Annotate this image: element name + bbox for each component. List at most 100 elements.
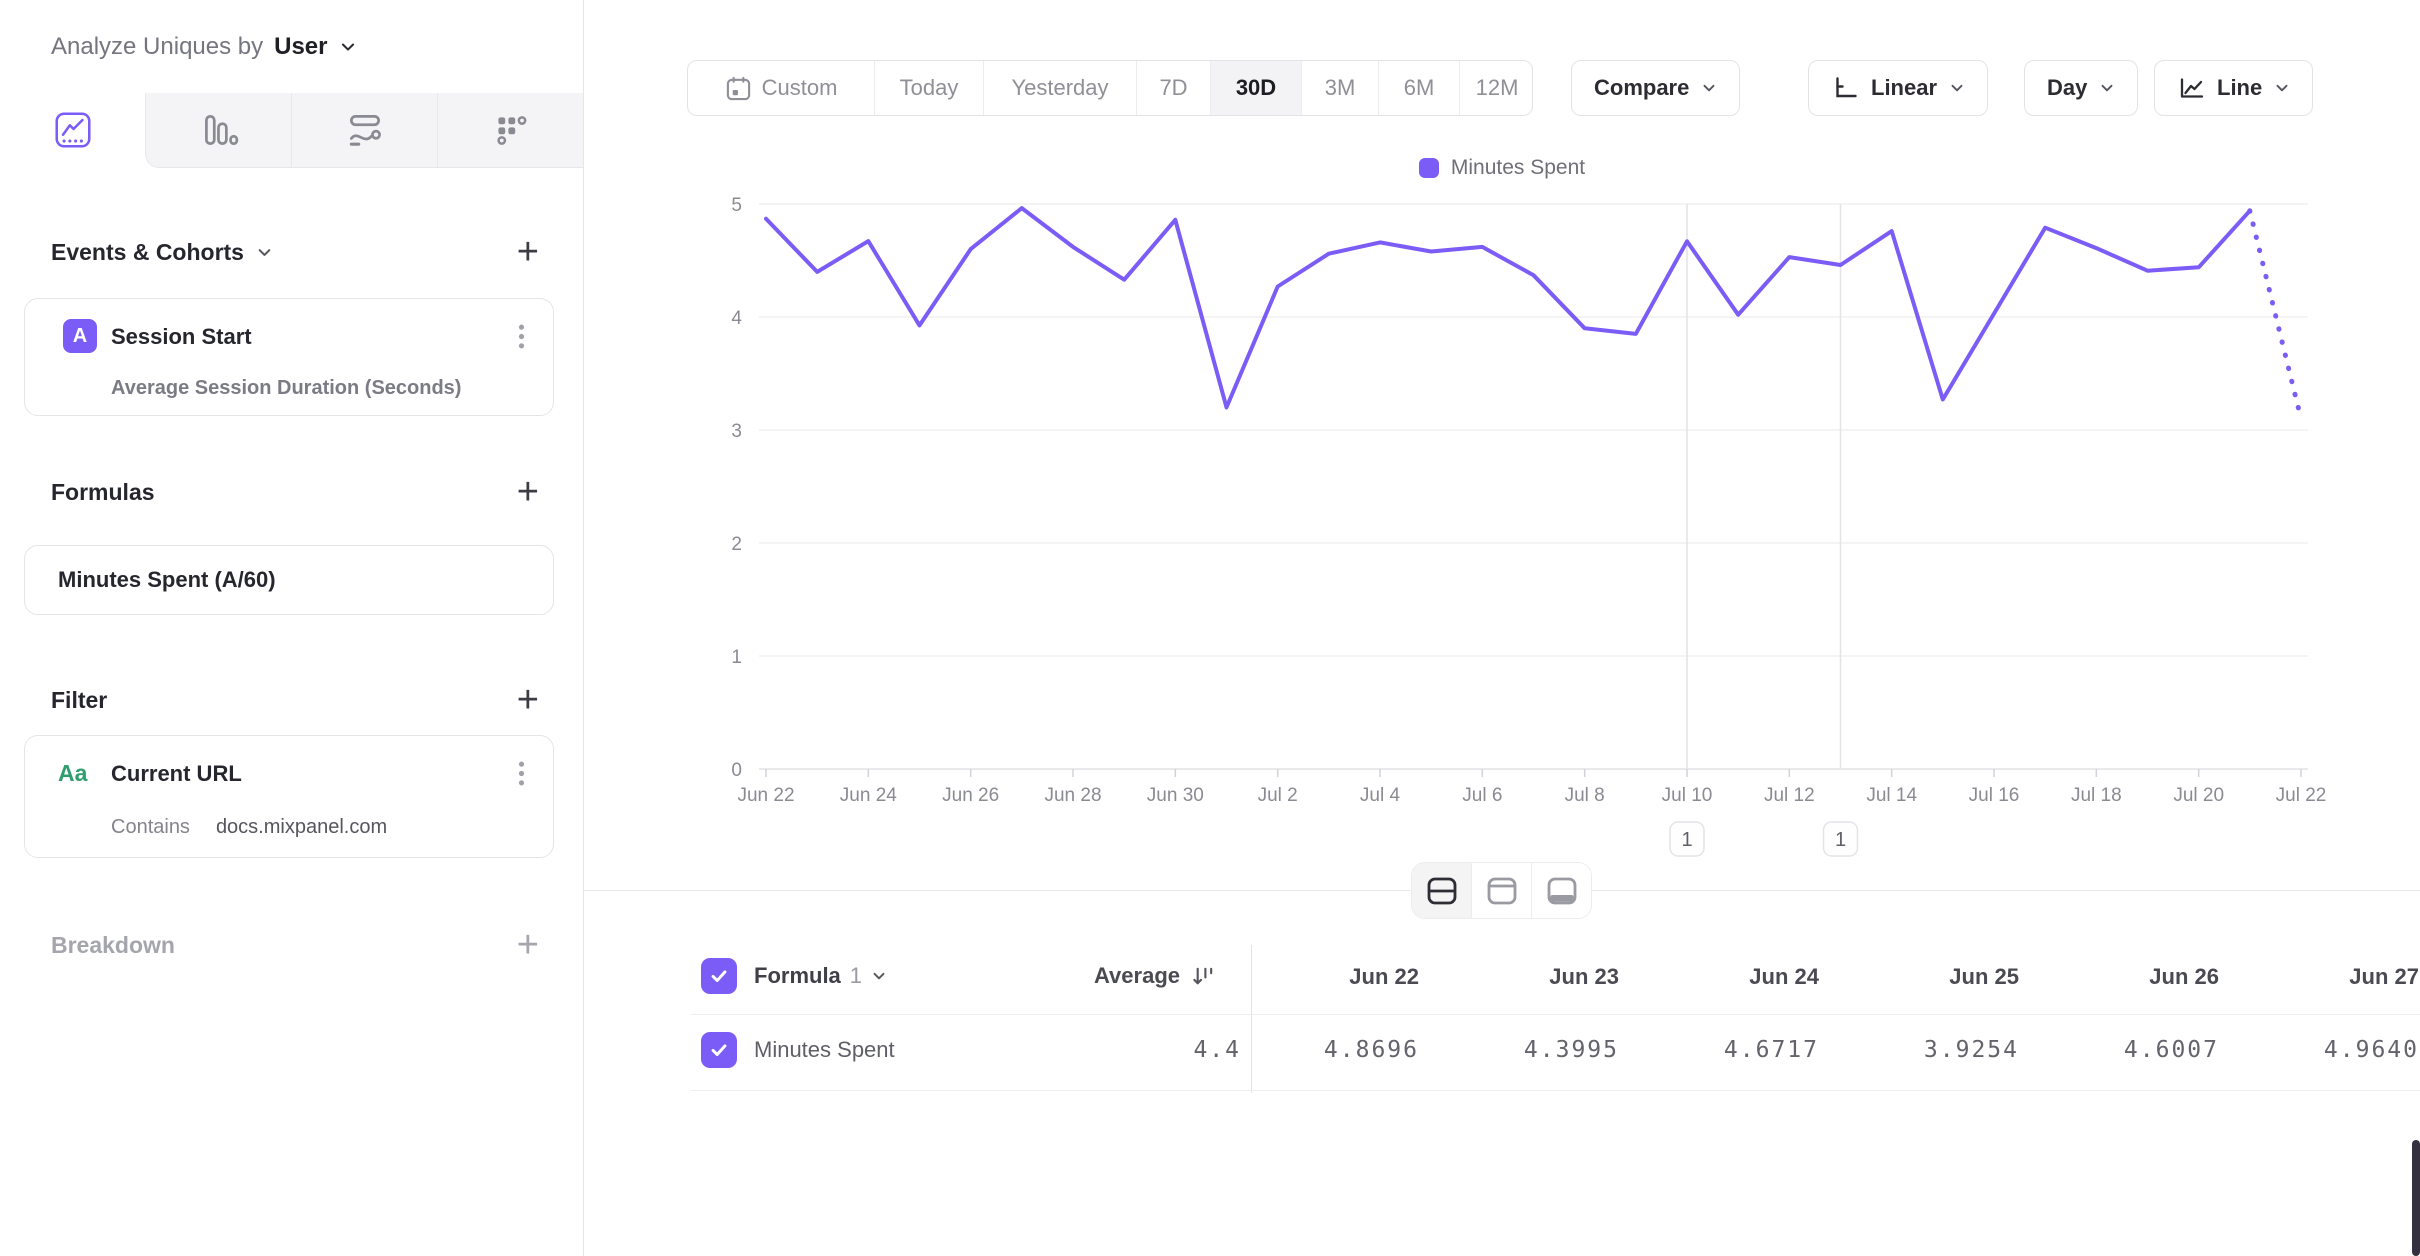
date-column-header[interactable]: Jun 25 bbox=[1831, 948, 2031, 1006]
y-axis-label: 5 bbox=[731, 195, 742, 216]
range-3m[interactable]: 3M bbox=[1302, 61, 1379, 115]
add-breakdown-button[interactable]: + bbox=[517, 930, 539, 960]
check-icon bbox=[708, 965, 730, 987]
x-axis-label: Jul 10 bbox=[1662, 785, 1713, 806]
range-yesterday[interactable]: Yesterday bbox=[984, 61, 1137, 115]
kebab-menu-icon bbox=[518, 760, 525, 787]
series-average-value: 4.4 bbox=[964, 1032, 1241, 1068]
event-name[interactable]: Session Start bbox=[111, 324, 252, 350]
x-axis-label: Jul 14 bbox=[1866, 785, 1917, 806]
range-label: 12M bbox=[1476, 75, 1519, 101]
series-line-incomplete[interactable] bbox=[2250, 211, 2301, 419]
event-options-button[interactable] bbox=[512, 321, 531, 357]
retention-grid-icon bbox=[490, 109, 532, 151]
chart-only-view-button[interactable] bbox=[1472, 863, 1532, 918]
add-filter-button[interactable]: + bbox=[517, 685, 539, 715]
formula-name[interactable]: Minutes Spent (A/60) bbox=[58, 567, 276, 593]
range-7d[interactable]: 7D bbox=[1137, 61, 1211, 115]
date-column-header[interactable]: Jun 22 bbox=[1231, 948, 1431, 1006]
series-checkbox[interactable] bbox=[701, 1032, 737, 1068]
chart-type-button[interactable]: Line bbox=[2154, 60, 2313, 116]
date-range-control: Custom Today Yesterday7D30D 3M 6M 12M bbox=[687, 60, 1533, 116]
y-axis-scale-button[interactable]: Linear bbox=[1808, 60, 1988, 116]
flows-icon bbox=[344, 109, 386, 151]
filter-card[interactable]: Aa Current URL Contains docs.mixpanel.co… bbox=[24, 735, 554, 858]
range-label: Today bbox=[900, 75, 959, 101]
range-custom[interactable]: Custom bbox=[688, 61, 875, 115]
breakdown-section-header: Breakdown + bbox=[51, 926, 539, 964]
table-row-divider bbox=[691, 1014, 2420, 1015]
range-30d[interactable]: 30D bbox=[1211, 61, 1302, 115]
split-view-button[interactable] bbox=[1412, 863, 1472, 918]
filter-options-button[interactable] bbox=[512, 758, 531, 794]
tab-insights[interactable] bbox=[0, 93, 145, 168]
date-column-header[interactable]: Jun 27 bbox=[2231, 948, 2420, 1006]
tab-retention[interactable] bbox=[437, 93, 583, 168]
average-column-header[interactable]: Average bbox=[964, 958, 1215, 994]
range-label: Custom bbox=[762, 75, 838, 101]
y-axis-label: 4 bbox=[731, 308, 742, 329]
vertical-scrollbar-thumb[interactable] bbox=[2412, 1140, 2420, 1256]
x-axis-label: Jun 26 bbox=[942, 785, 999, 806]
range-today[interactable]: Today bbox=[875, 61, 984, 115]
chart-only-view-icon bbox=[1485, 875, 1519, 907]
check-icon bbox=[708, 1039, 730, 1061]
formula-index: 1 bbox=[850, 963, 862, 989]
value-cell: 4.6717 bbox=[1631, 1022, 1831, 1078]
report-type-tabs bbox=[0, 93, 583, 168]
x-axis-label: Jul 6 bbox=[1462, 785, 1502, 806]
tab-bar-chart[interactable] bbox=[145, 93, 291, 168]
x-axis-label: Jul 16 bbox=[1969, 785, 2020, 806]
add-event-button[interactable]: + bbox=[517, 237, 539, 267]
add-formula-button[interactable]: + bbox=[517, 477, 539, 507]
event-card[interactable]: A Session Start Average Session Duration… bbox=[24, 298, 554, 416]
date-column-header[interactable]: Jun 23 bbox=[1431, 948, 1631, 1006]
range-label: 3M bbox=[1325, 75, 1356, 101]
calendar-icon bbox=[725, 75, 752, 102]
formula-card[interactable]: Minutes Spent (A/60) bbox=[24, 545, 554, 615]
analyze-uniques-value[interactable]: User bbox=[274, 33, 327, 61]
formula-group-checkbox[interactable] bbox=[701, 958, 737, 994]
chevron-down-icon bbox=[256, 244, 273, 261]
x-axis-label: Jul 8 bbox=[1565, 785, 1605, 806]
event-aggregation[interactable]: Average Session Duration (Seconds) bbox=[111, 377, 461, 400]
x-axis-label: Jul 2 bbox=[1258, 785, 1298, 806]
series-line[interactable] bbox=[766, 208, 2250, 407]
date-column-header[interactable]: Jun 24 bbox=[1631, 948, 1831, 1006]
x-axis-label: Jun 30 bbox=[1147, 785, 1204, 806]
filter-property-name[interactable]: Current URL bbox=[111, 761, 242, 787]
analyze-uniques-label: Analyze Uniques by bbox=[51, 33, 263, 61]
y-axis-label: 2 bbox=[731, 534, 742, 555]
query-builder-sidebar: Analyze Uniques by User bbox=[0, 0, 584, 1256]
formula-column-header[interactable]: Formula 1 bbox=[754, 958, 887, 994]
filter-value[interactable]: docs.mixpanel.com bbox=[216, 816, 387, 839]
range-6m[interactable]: 6M bbox=[1379, 61, 1460, 115]
line-chart-type-icon bbox=[2177, 74, 2205, 102]
y-axis-label: 3 bbox=[731, 421, 742, 442]
bar-chart-icon bbox=[198, 109, 240, 151]
y-axis-label: 0 bbox=[731, 760, 742, 781]
x-axis-label: Jul 20 bbox=[2173, 785, 2224, 806]
analyze-uniques-header: Analyze Uniques by User bbox=[0, 0, 583, 93]
table-only-view-button[interactable] bbox=[1532, 863, 1591, 918]
sort-descending-icon bbox=[1190, 964, 1215, 989]
chevron-down-icon bbox=[2099, 80, 2115, 96]
chevron-down-icon bbox=[2274, 80, 2290, 96]
x-axis-label: Jul 12 bbox=[1764, 785, 1815, 806]
compare-button[interactable]: Compare bbox=[1571, 60, 1740, 116]
chart-type-label: Line bbox=[2217, 75, 2262, 101]
tab-flows[interactable] bbox=[291, 93, 437, 168]
granularity-button[interactable]: Day bbox=[2024, 60, 2138, 116]
filter-operator[interactable]: Contains bbox=[111, 816, 190, 839]
value-cell: 4.6007 bbox=[2031, 1022, 2231, 1078]
date-column-header[interactable]: Jun 26 bbox=[2031, 948, 2231, 1006]
value-cell: 4.8696 bbox=[1231, 1022, 1431, 1078]
formula-label: Formula bbox=[754, 963, 841, 989]
insights-line-chart-icon bbox=[52, 109, 94, 151]
range-12m[interactable]: 12M bbox=[1460, 61, 1533, 115]
filter-condition[interactable]: Contains docs.mixpanel.com bbox=[111, 816, 387, 839]
table-only-view-icon bbox=[1545, 875, 1579, 907]
events-section-header: Events & Cohorts + bbox=[51, 233, 539, 271]
linear-axis-icon bbox=[1831, 74, 1859, 102]
chevron-down-icon bbox=[339, 38, 357, 56]
